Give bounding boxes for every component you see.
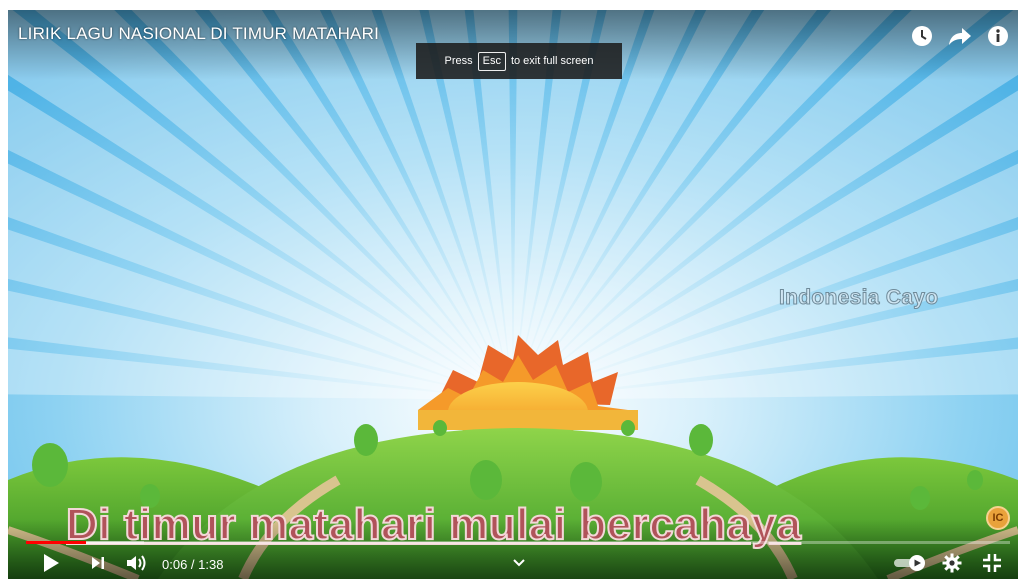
duration: 1:38	[198, 557, 224, 572]
video-player[interactable]: LIRIK LAGU NASIONAL DI TIMUR MATAHARI Pr…	[8, 10, 1018, 579]
next-button[interactable]	[86, 552, 110, 574]
volume-button[interactable]	[122, 552, 152, 574]
current-time: 0:06	[162, 557, 188, 572]
progress-played	[26, 541, 87, 544]
exit-fullscreen-button[interactable]	[978, 552, 1006, 574]
chevron-down-icon	[513, 559, 525, 567]
fullscreen-toast: Press Esc to exit full screen	[416, 43, 622, 79]
esc-key-label: Esc	[477, 51, 506, 71]
next-icon	[92, 557, 104, 569]
channel-watermark: Indonesia Cayo	[778, 286, 939, 310]
info-icon[interactable]	[986, 24, 1010, 48]
share-icon[interactable]	[948, 24, 972, 48]
watch-later-icon[interactable]	[910, 24, 934, 48]
top-actions	[910, 24, 1010, 48]
expand-button[interactable]	[508, 552, 530, 574]
autoplay-toggle[interactable]	[892, 552, 928, 574]
progress-bar[interactable]	[26, 541, 1010, 544]
play-button[interactable]	[38, 552, 64, 574]
time-display: 0:06 / 1:38	[162, 557, 223, 572]
exit-fullscreen-icon	[983, 554, 1001, 572]
toast-suffix: to exit full screen	[510, 55, 594, 67]
settings-gear-icon	[942, 553, 962, 573]
settings-button[interactable]	[938, 552, 966, 574]
autoplay-toggle-icon	[894, 555, 925, 571]
volume-icon	[127, 555, 146, 571]
youtube-fullscreen-page: LIRIK LAGU NASIONAL DI TIMUR MATAHARI Pr…	[0, 0, 1018, 579]
player-controls: 0:06 / 1:38	[8, 548, 1018, 579]
time-separator: /	[187, 557, 199, 572]
channel-badge-icon[interactable]: IC	[986, 506, 1010, 530]
play-icon	[44, 554, 59, 572]
video-title[interactable]: LIRIK LAGU NASIONAL DI TIMUR MATAHARI	[18, 24, 379, 44]
toast-prefix: Press	[444, 55, 473, 67]
